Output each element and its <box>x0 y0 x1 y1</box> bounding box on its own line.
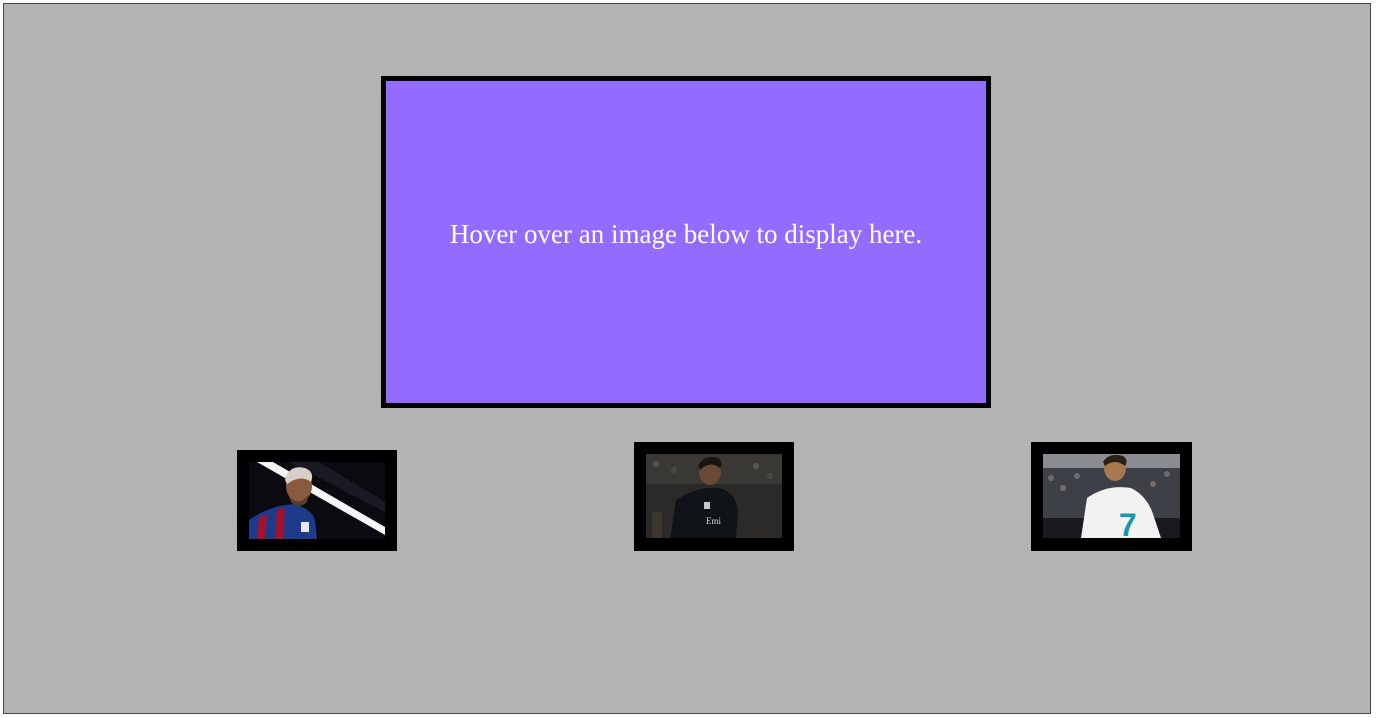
player-photo-2-icon: Emi <box>646 454 782 538</box>
thumbnail-1[interactable] <box>237 450 397 551</box>
player-photo-3-icon: 7 <box>1043 454 1180 538</box>
thumbnail-3[interactable]: 7 <box>1031 442 1192 551</box>
thumbnail-2[interactable]: Emi <box>634 442 794 551</box>
jersey-sponsor-text: Emi <box>706 516 721 526</box>
display-placeholder-text: Hover over an image below to display her… <box>449 218 923 249</box>
page-canvas: Hover over an image below to display her… <box>3 3 1371 714</box>
image-display-area: Hover over an image below to display her… <box>381 76 991 408</box>
player-photo-1-icon <box>249 462 385 539</box>
jersey-number-text: 7 <box>1119 507 1137 538</box>
